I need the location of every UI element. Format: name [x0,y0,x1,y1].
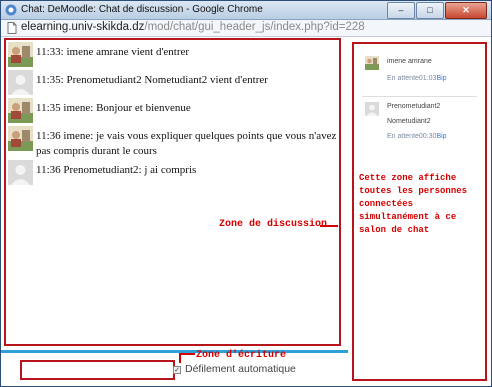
annotation-discussion-zone: Zone de discussion [219,219,328,230]
photo-avatar-icon [8,126,33,151]
user-card[interactable]: Prenometudiant2 Nometudiant2 En attente0… [362,100,477,146]
user-status: En attente00:30Bip [387,133,447,140]
discussion-zone[interactable]: 11:33: imene amrane vient d'entrer 11:35… [4,38,341,346]
window-title: Chat: DeMoodle: Chat de discussion - Goo… [21,4,263,15]
chat-page: 11:33: imene amrane vient d'entrer 11:35… [1,37,491,386]
window-controls: – □ ✕ [386,2,487,19]
user-status-text: En attente00:30 [387,133,437,140]
message-text: 11:35: Prenometudiant2 Nometudiant2 vien… [36,74,268,86]
default-avatar-icon [365,102,379,116]
autoscroll-label: Défilement automatique [185,363,296,375]
default-avatar-icon [8,70,33,95]
user-name: imene amrane [387,58,432,65]
chrome-app-icon [5,4,17,16]
message-text: 11:35 imene: Bonjour et bienvenue [36,102,191,114]
bip-link[interactable]: Bip [436,75,446,82]
message-input[interactable] [20,360,175,380]
page-icon [7,22,17,34]
annotation-arrow-icon [320,225,338,227]
photo-avatar-icon [365,56,379,70]
photo-avatar-icon [8,98,33,123]
maximize-button[interactable]: □ [416,2,444,19]
url-path: /mod/chat/gui_header_js/index.php?id=228 [144,21,365,33]
url-host: elearning.univ-skikda.dz [21,21,145,33]
annotation-arrow-icon [179,353,195,363]
user-status-text: En attente01:03 [387,75,437,82]
close-button[interactable]: ✕ [445,2,487,19]
message-text: 11:36 imene: je vais vous expliquer quel… [36,130,337,157]
bip-link[interactable]: Bip [436,133,446,140]
annotation-writing-zone: Zone d'écriture [196,350,287,361]
writing-zone: ✓ Défilement automatique Zone d'écriture [1,350,348,386]
message-text: 11:33: imene amrane vient d'entrer [36,46,190,58]
annotation-users-zone: Cette zone affiche toutes les personnes … [359,173,468,235]
message-text: 11:36 Prenometudiant2: j ai compris [36,164,197,176]
chrome-window: Chat: DeMoodle: Chat de discussion - Goo… [0,0,492,387]
default-avatar-icon [8,160,33,185]
minimize-button[interactable]: – [387,2,415,19]
address-bar[interactable]: elearning.univ-skikda.dz/mod/chat/gui_he… [1,20,491,37]
photo-avatar-icon [8,42,33,67]
user-lastname: Nometudiant2 [387,118,431,125]
url-text[interactable]: elearning.univ-skikda.dz/mod/chat/gui_he… [21,21,365,33]
title-bar[interactable]: Chat: DeMoodle: Chat de discussion - Goo… [1,1,491,20]
user-card[interactable]: imene amrane En attente01:03Bip [362,54,477,97]
user-name: Prenometudiant2 [387,103,441,110]
user-status: En attente01:03Bip [387,75,447,82]
users-zone[interactable]: imene amrane En attente01:03Bip Prenomet… [352,42,487,381]
autoscroll-checkbox[interactable]: ✓ [173,366,181,374]
